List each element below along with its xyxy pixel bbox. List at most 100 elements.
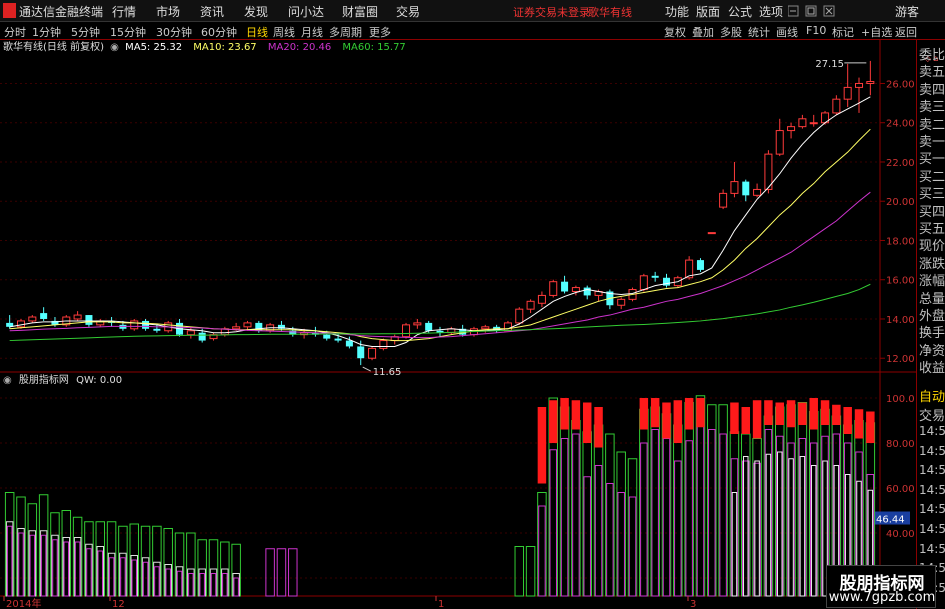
- red-bar: [537, 407, 547, 484]
- candle-body: [503, 322, 512, 332]
- magenta-bar: [594, 465, 603, 597]
- magenta-bar: [154, 566, 160, 597]
- red-bar: [741, 407, 751, 434]
- indicator-bar: [639, 398, 649, 597]
- candle-body: [832, 98, 841, 114]
- side-label: 买四: [919, 204, 945, 220]
- candle-body: [142, 320, 150, 329]
- indicator-bar: [27, 503, 38, 597]
- magenta-bar: [52, 539, 58, 597]
- red-bar: [594, 407, 603, 448]
- indicator-bar: [741, 407, 751, 597]
- side-label: 现价: [919, 239, 945, 255]
- side-label: 卖三: [919, 100, 945, 116]
- candle-body: [130, 320, 139, 330]
- candle: [73, 311, 82, 321]
- side-label: 买二: [919, 169, 945, 185]
- small-bar: [276, 548, 287, 597]
- candle-body: [742, 181, 750, 196]
- indicator-bar: [220, 541, 230, 597]
- candle-body: [40, 313, 48, 319]
- indicator-bar: [186, 532, 196, 597]
- kline-chart[interactable]: 26.00 24.00 22.00 20.00 18.00 16.00 14.00 12.00…: [0, 0, 916, 609]
- magenta-bar: [18, 532, 24, 597]
- high-label: 27.15: [815, 59, 844, 70]
- candle-body: [186, 330, 195, 336]
- small-bar: [514, 546, 525, 597]
- indicator-bar: [548, 397, 558, 597]
- auto-label[interactable]: 自动: [919, 386, 945, 405]
- magenta-bar: [662, 438, 671, 597]
- side-label: 涨幅: [919, 274, 945, 290]
- side-label: 买一: [919, 152, 945, 168]
- candle-body: [402, 324, 411, 338]
- indicator-bar: [661, 402, 672, 597]
- indicator-bar: [559, 398, 570, 597]
- magenta-bar: [233, 577, 239, 597]
- candle: [413, 318, 422, 329]
- candle: [390, 334, 399, 345]
- candle: [186, 326, 195, 339]
- red-bar: [786, 400, 796, 428]
- watermark-url: www.7gpzb.com: [828, 590, 936, 605]
- magenta-bar: [142, 561, 149, 597]
- white-bar: [731, 492, 738, 597]
- price-tick-label: 18.00: [886, 236, 915, 247]
- candle-body: [651, 275, 659, 278]
- candle-body: [379, 340, 388, 349]
- candle-body: [243, 322, 252, 328]
- candle-body: [866, 81, 875, 84]
- candle-body: [571, 287, 580, 293]
- indicator-bar: [525, 546, 536, 597]
- side-panel: ◇ ⌂ 委比 卖五 卖四 卖三 卖二 卖一 买一 买二 买三 买四 买五 现价 涨跌 涨幅 总量 外盘 换手 净资…: [916, 40, 945, 609]
- indicator-bar: [50, 512, 60, 597]
- red-bar: [662, 402, 671, 439]
- low-arrow: [362, 366, 371, 372]
- indicator-bar: [61, 510, 72, 597]
- trade-label[interactable]: 交易: [919, 405, 945, 424]
- candle: [130, 318, 139, 331]
- red-bar: [820, 400, 830, 425]
- candle-body: [425, 322, 433, 331]
- price-tick-label: 26.00: [886, 79, 915, 90]
- candle: [402, 322, 411, 339]
- candle: [617, 297, 626, 310]
- side-label: 外盘: [919, 309, 945, 324]
- red-bar: [696, 398, 705, 428]
- white-bar: [765, 453, 772, 597]
- red-bar: [775, 402, 784, 425]
- candle: [855, 77, 864, 113]
- candle: [561, 275, 569, 294]
- candle-body: [719, 192, 728, 208]
- candle-body: [85, 315, 93, 325]
- magenta-bar: [40, 534, 47, 597]
- red-bar: [650, 398, 660, 428]
- candle: [537, 291, 546, 308]
- candle: [583, 285, 591, 300]
- indicator-bar: [265, 548, 275, 597]
- candle: [707, 232, 716, 235]
- magenta-bar: [120, 557, 126, 597]
- candle: [742, 179, 750, 202]
- magenta-bar: [86, 548, 92, 597]
- magenta-bar: [685, 440, 693, 597]
- small-bar: [525, 546, 536, 597]
- red-bar: [752, 400, 762, 439]
- magenta-bar: [176, 570, 183, 597]
- candle: [809, 114, 818, 127]
- red-bar: [684, 398, 694, 430]
- indicator-bar: [797, 402, 808, 597]
- candle-body: [413, 322, 422, 326]
- magenta-bar: [583, 476, 591, 597]
- candle-body: [843, 86, 852, 100]
- indicator-bar: [582, 402, 592, 597]
- candle: [571, 285, 580, 296]
- side-label: 卖四: [919, 82, 945, 98]
- candle-body: [345, 340, 353, 347]
- magenta-bar: [188, 573, 194, 597]
- red-bar: [571, 400, 581, 430]
- candle: [379, 338, 388, 351]
- side-label: 收益: [919, 361, 945, 377]
- side-label: 总量: [919, 291, 945, 307]
- indicator-bar: [208, 539, 219, 597]
